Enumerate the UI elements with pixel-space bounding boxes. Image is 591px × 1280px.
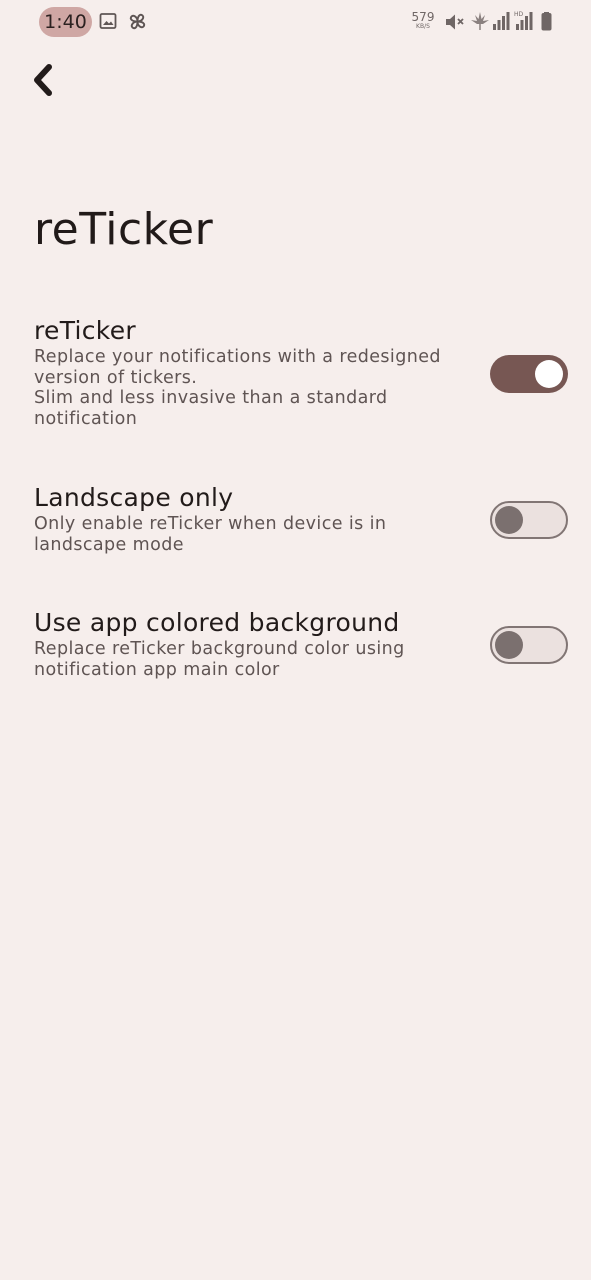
svg-text:HD: HD <box>514 11 524 18</box>
setting-description: Replace your notifications with a redesi… <box>34 347 441 429</box>
network-speed-unit: KB/S <box>416 23 430 30</box>
status-bar: 1:40 579 KB/S HD <box>0 0 591 44</box>
hd-signal-icon: HD <box>514 10 534 34</box>
setting-text: reTicker Replace your notifications with… <box>34 315 464 429</box>
setting-text: Landscape only Only enable reTicker when… <box>34 482 464 555</box>
toggle-thumb <box>495 630 523 659</box>
back-button[interactable] <box>20 60 64 104</box>
pinwheel-icon <box>127 11 148 36</box>
setting-title: Landscape only <box>34 483 234 512</box>
setting-description: Replace reTicker background color using … <box>34 639 405 680</box>
toggle-thumb <box>535 360 563 388</box>
setting-title: Use app colored background <box>34 608 400 637</box>
setting-row-reticker[interactable]: reTicker Replace your notifications with… <box>0 315 591 440</box>
setting-description: Only enable reTicker when device is in l… <box>34 514 387 555</box>
mute-icon <box>445 13 465 35</box>
back-arrow-icon <box>30 63 54 101</box>
battery-icon <box>541 12 552 35</box>
image-icon <box>99 12 117 34</box>
setting-row-app-colored-background[interactable]: Use app colored background Replace reTic… <box>0 607 591 692</box>
reticker-toggle[interactable] <box>490 355 568 393</box>
network-speed: 579 KB/S <box>409 11 437 31</box>
landscape-only-toggle[interactable] <box>490 501 568 539</box>
signal-icon <box>492 12 510 34</box>
app-colored-background-toggle[interactable] <box>490 626 568 664</box>
page-title: reTicker <box>34 204 214 255</box>
setting-row-landscape-only[interactable]: Landscape only Only enable reTicker when… <box>0 482 591 567</box>
setting-text: Use app colored background Replace reTic… <box>34 607 464 680</box>
setting-title: reTicker <box>34 316 136 345</box>
leaf-icon <box>470 11 490 35</box>
toggle-thumb <box>495 505 523 534</box>
network-speed-value: 579 <box>411 10 435 24</box>
status-time: 1:40 <box>39 7 92 37</box>
